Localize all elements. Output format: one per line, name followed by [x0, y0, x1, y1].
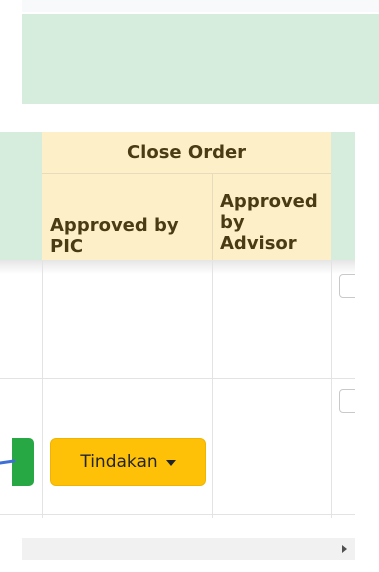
horizontal-scrollbar[interactable]	[22, 538, 355, 560]
arrow-right-icon[interactable]	[342, 545, 347, 553]
annotation-line	[0, 459, 16, 465]
